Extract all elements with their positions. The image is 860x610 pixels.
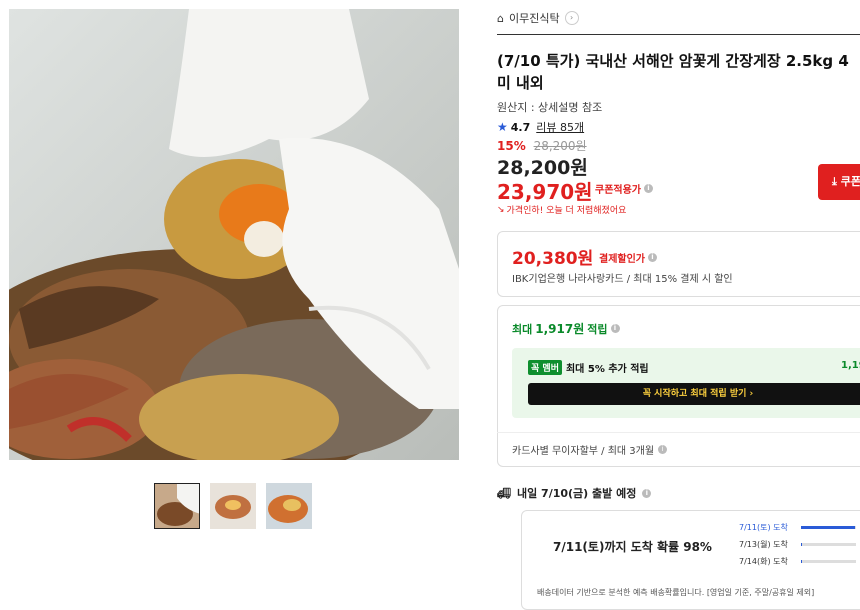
review-count-link[interactable]: 리뷰 85개 — [536, 119, 584, 135]
seller-link[interactable]: ⌂ 이무진식탁 › — [497, 10, 579, 26]
arrival-bar-track — [801, 560, 856, 563]
rating-summary: ★ 4.7 리뷰 85개 — [497, 119, 584, 135]
card-discount-price: 20,380원 — [512, 249, 594, 269]
arrival-footnote: 배송데이터 기반으로 분석한 예측 배송확률입니다. [영업일 기준, 주말/공… — [537, 588, 815, 597]
thumbnail-2[interactable] — [210, 483, 256, 529]
thumbnail-1[interactable] — [154, 483, 200, 529]
coupon-price-label: 쿠폰적용가 i — [595, 181, 653, 196]
product-main-image[interactable] — [9, 9, 459, 460]
arrival-bar-row: 7/13(월) 도착 — [739, 539, 856, 550]
arrival-bar-fill — [801, 543, 802, 546]
arrival-bar-track — [801, 543, 856, 546]
arrival-bar-label: 7/11(토) 도착 — [739, 523, 788, 532]
coupon-button-label: 쿠폰 — [840, 175, 860, 188]
installment-info: 카드사별 무이자할부 / 최대 3개월 i — [512, 442, 668, 457]
divider — [497, 432, 860, 433]
info-icon[interactable]: i — [642, 488, 652, 498]
card-discount-label-text: 결제할인가 — [599, 254, 645, 265]
arrival-bar-label: 7/13(월) 도착 — [739, 540, 788, 549]
card-discount-label: 결제할인가 i — [599, 250, 657, 265]
points-prefix: 최대 — [512, 322, 533, 336]
arrival-bar-row: 7/11(토) 도착 — [739, 522, 856, 533]
discount-row: 15% 28,200원 — [497, 137, 587, 154]
product-title: (7/10 특가) 국내산 서해안 암꽃게 간장게장 2.5kg 4미 내외 — [497, 52, 849, 92]
original-price: 28,200원 — [533, 139, 587, 153]
membership-start-button[interactable]: 꼭 시작하고 최대 적립 받기 › — [528, 383, 860, 405]
points-suffix: 적립 — [587, 322, 608, 336]
arrival-bar-fill — [801, 526, 855, 529]
price-drop-text: 가격인하! 오늘 더 저렴해졌어요 — [506, 206, 627, 216]
points-header: 최대 1,917원 적립 i — [512, 320, 620, 337]
truck-icon: 🚚︎ — [497, 486, 511, 500]
coupon-price: 23,970원 — [497, 180, 593, 204]
price-drop-icon: ↘ — [497, 204, 505, 215]
price-drop-notice: ↘ 가격인하! 오늘 더 저렴해졌어요 — [497, 203, 627, 217]
info-icon[interactable]: i — [610, 324, 620, 333]
arrival-bar-track — [801, 526, 856, 529]
chevron-right-icon: › — [564, 11, 579, 25]
info-icon[interactable]: i — [658, 445, 668, 454]
installment-text: 카드사별 무이자할부 / 최대 3개월 — [512, 446, 655, 457]
membership-badge: 꼭 멤버 — [528, 360, 562, 375]
membership-amount: 1,19 — [841, 360, 860, 371]
coupon-label-text: 쿠폰적용가 — [595, 185, 641, 196]
star-icon: ★ — [497, 120, 508, 134]
card-discount-desc: IBK기업은행 나라사랑카드 / 최대 15% 결제 시 할인 — [512, 274, 733, 285]
store-icon: ⌂ — [497, 11, 504, 25]
info-icon[interactable]: i — [644, 184, 653, 193]
arrival-bar-fill — [801, 560, 802, 563]
arrival-bar-row: 7/14(화) 도착 — [739, 556, 856, 567]
points-amount: 1,917원 — [535, 322, 585, 336]
coupon-download-button[interactable]: ⤓ 쿠폰 — [818, 164, 860, 200]
arrival-bar-label: 7/14(화) 도착 — [739, 557, 788, 566]
divider — [497, 34, 860, 35]
discount-percent: 15% — [497, 139, 526, 153]
info-icon[interactable]: i — [648, 253, 657, 262]
product-origin: 원산지 : 상세설명 참조 — [497, 101, 603, 114]
seller-name: 이무진식탁 — [508, 12, 560, 25]
rating-value: 4.7 — [510, 120, 531, 134]
shipping-header: 🚚︎ 내일 7/10(금) 출발 예정 i — [497, 485, 652, 501]
membership-text: 최대 5% 추가 적립 — [565, 364, 649, 375]
membership-row: 꼭 멤버 최대 5% 추가 적립 — [528, 360, 649, 375]
download-icon: ⤓ — [832, 175, 841, 188]
arrival-probability: 7/11(토)까지 도착 확률 98% — [553, 540, 712, 554]
thumbnail-3[interactable] — [266, 483, 312, 529]
shipping-title: 내일 7/10(금) 출발 예정 — [516, 487, 637, 500]
